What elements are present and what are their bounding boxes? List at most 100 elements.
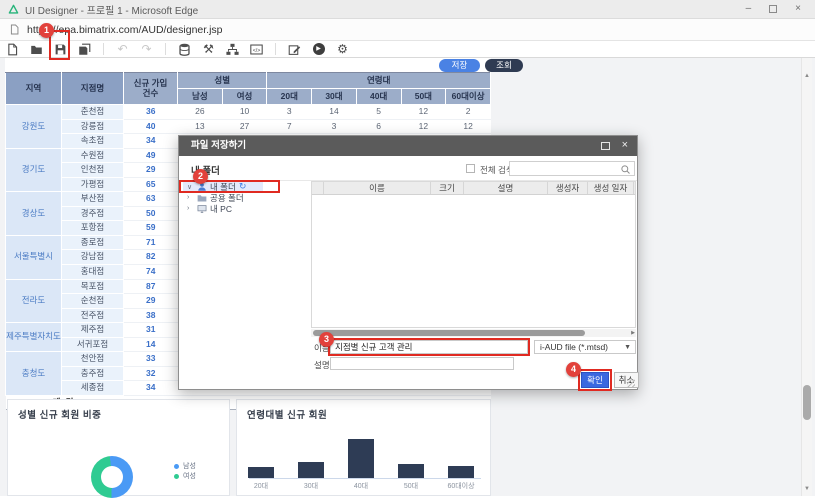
edit-icon[interactable] <box>287 42 302 57</box>
col-age-group: 연령대 <box>267 73 491 89</box>
count-cell: 33 <box>124 352 178 367</box>
search-input[interactable] <box>509 161 635 176</box>
tools-icon[interactable]: ⚒ <box>201 42 216 57</box>
age-chart-panel: 연령대별 신규 회원 20대30대40대50대60대이상 <box>236 399 491 496</box>
branch-cell: 순천점 <box>62 294 124 309</box>
count-cell: 31 <box>124 323 178 338</box>
redo-icon[interactable]: ↷ <box>139 42 154 57</box>
list-column-header[interactable]: 설명 <box>464 182 548 194</box>
value-cell: 7 <box>267 119 312 134</box>
save-file-dialog: 파일 저장하기 × 내 폴더 전체 검색 ∨내 폴더↻›공용 폴더›내 PC 2… <box>178 135 638 390</box>
branch-cell: 전주점 <box>62 308 124 323</box>
code-icon[interactable]: </> <box>249 42 264 57</box>
app-logo-icon <box>8 4 19 15</box>
dialog-close-icon[interactable]: × <box>622 140 628 151</box>
file-type-select[interactable]: i-AUD file (*.mtsd) ▼ <box>534 340 636 354</box>
annotation-badge-1: 1 <box>39 23 54 38</box>
list-column-header[interactable]: 생성자 <box>548 182 588 194</box>
count-cell: 36 <box>124 105 178 120</box>
col-count: 신규 가입건수 <box>124 73 178 105</box>
sitemap-icon[interactable] <box>225 42 240 57</box>
list-column-header[interactable]: 이름 <box>324 182 431 194</box>
new-file-icon[interactable] <box>5 42 20 57</box>
value-cell: 26 <box>178 105 223 120</box>
col-sub-header: 여성 <box>222 89 267 105</box>
play-icon[interactable]: ▶ <box>313 43 325 55</box>
branch-cell: 춘천점 <box>62 105 124 120</box>
resize-handle[interactable] <box>627 379 635 387</box>
scroll-right-icon[interactable]: ▶ <box>631 330 635 336</box>
count-cell: 71 <box>124 235 178 250</box>
annotation-badge-3: 3 <box>319 332 334 347</box>
list-column-header[interactable]: 크기 <box>431 182 464 194</box>
chart-legend: 남성여성 <box>174 461 196 481</box>
scrollbar-thumb[interactable] <box>803 385 811 420</box>
chevron-right-icon[interactable]: › <box>187 205 194 212</box>
file-name-input[interactable]: 지점별 신규 고객 관리 <box>330 340 528 354</box>
branch-cell: 세종점 <box>62 381 124 396</box>
undo-icon[interactable]: ↶ <box>115 42 130 57</box>
dialog-maximize-icon[interactable] <box>601 142 610 150</box>
dialog-title: 파일 저장하기 <box>179 136 637 156</box>
bar-category-label: 20대 <box>236 481 286 491</box>
branch-cell: 포항점 <box>62 221 124 236</box>
branch-cell: 목포점 <box>62 279 124 294</box>
count-cell: 87 <box>124 279 178 294</box>
bar-category-label: 30대 <box>286 481 336 491</box>
tree-item[interactable]: ›공용 폴더 <box>183 192 309 203</box>
gender-chart-panel: 성별 신규 회원 비중 남성여성 <box>7 399 230 496</box>
list-select-column[interactable] <box>312 182 324 194</box>
scroll-up-icon[interactable]: ▲ <box>802 72 812 80</box>
donut-chart <box>91 456 133 498</box>
vertical-scrollbar[interactable]: ▲ ▼ <box>801 58 812 496</box>
horizontal-scrollbar[interactable]: ▶ <box>311 329 636 337</box>
file-list-header: 이름크기설명생성자생성 일자 <box>312 182 635 195</box>
hscrollbar-thumb[interactable] <box>313 330 585 336</box>
region-cell: 강원도 <box>6 105 62 149</box>
maximize-icon[interactable] <box>769 5 777 13</box>
col-branch: 지점명 <box>62 73 124 105</box>
branch-cell: 가평점 <box>62 177 124 192</box>
value-cell: 2 <box>446 105 491 120</box>
count-cell: 29 <box>124 294 178 309</box>
query-button[interactable]: 조회 <box>485 59 523 72</box>
refresh-icon[interactable]: ↻ <box>239 182 247 191</box>
list-column-header[interactable]: 생성 일자 <box>588 182 634 194</box>
count-cell: 65 <box>124 177 178 192</box>
chevron-down-icon[interactable]: ∨ <box>187 183 194 191</box>
table-row: 강릉점4013277361212 <box>6 119 491 134</box>
scroll-down-icon[interactable]: ▼ <box>802 485 812 493</box>
gender-chart-title: 성별 신규 회원 비중 <box>18 407 101 421</box>
branch-cell: 종로점 <box>62 235 124 250</box>
branch-cell: 서귀포점 <box>62 337 124 352</box>
save-as-icon[interactable] <box>77 42 92 57</box>
gear-icon[interactable]: ⚙ <box>335 42 350 57</box>
branch-cell: 경주점 <box>62 206 124 221</box>
window-title: UI Designer - 프로필 1 - Microsoft Edge <box>25 2 198 17</box>
minimize-icon[interactable]: – <box>746 4 752 14</box>
chevron-right-icon[interactable]: › <box>187 194 194 201</box>
col-sub-header: 20대 <box>267 89 312 105</box>
age-chart-title: 연령대별 신규 회원 <box>247 407 327 421</box>
col-region: 지역 <box>6 73 62 105</box>
url-text: https://epa.bimatrix.com/AUD/designer.js… <box>27 24 223 36</box>
search-all-checkbox[interactable] <box>466 164 475 173</box>
count-cell: 49 <box>124 148 178 163</box>
open-folder-icon[interactable] <box>29 42 44 57</box>
toolbar-separator <box>165 43 166 55</box>
tree-item[interactable]: ›내 PC <box>183 203 309 214</box>
toolbar-separator <box>103 43 104 55</box>
close-icon[interactable]: × <box>795 4 801 14</box>
legend-label: 여성 <box>183 471 196 481</box>
count-cell: 29 <box>124 163 178 178</box>
database-icon[interactable] <box>177 42 192 57</box>
save-button[interactable]: 저장 <box>439 59 480 72</box>
branch-cell: 천안점 <box>62 352 124 367</box>
value-cell: 27 <box>222 119 267 134</box>
tree-item[interactable]: ∨내 폴더↻ <box>183 181 263 192</box>
value-cell: 12 <box>446 119 491 134</box>
ok-button[interactable]: 확인 <box>581 372 609 388</box>
save-icon[interactable]: 1 <box>53 42 68 57</box>
branch-cell: 홍대점 <box>62 265 124 280</box>
description-input[interactable] <box>330 357 514 370</box>
